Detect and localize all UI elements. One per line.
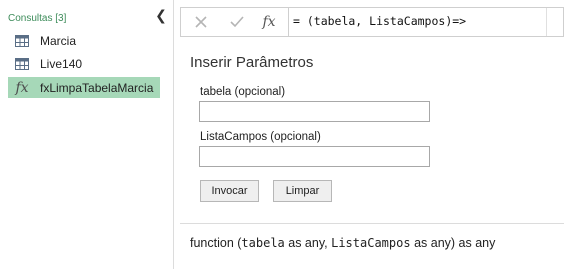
function-icon: fx <box>15 79 29 96</box>
signature-param-tabela: tabela <box>241 236 285 250</box>
formula-text[interactable]: = (tabela, ListaCampos)=> <box>293 14 466 28</box>
query-item-fxlimpatabelamarcia[interactable]: fx fxLimpaTabelaMarcia <box>8 77 160 98</box>
listacampos-input[interactable] <box>199 146 430 167</box>
query-item-marcia[interactable]: Marcia <box>8 30 160 51</box>
signature-prefix: function ( <box>190 236 242 250</box>
query-item-label: fxLimpaTabelaMarcia <box>40 80 154 95</box>
check-icon[interactable] <box>227 12 247 32</box>
signature-param-listacampos: ListaCampos <box>331 236 411 250</box>
table-icon <box>14 33 30 49</box>
tabela-input[interactable] <box>199 101 430 122</box>
divider <box>180 223 564 224</box>
queries-pane: Consultas [3] ❮ Marcia Live140 fx fxLimp… <box>0 0 174 269</box>
params-title: Inserir Parâmetros <box>190 54 314 71</box>
field-label-tabela: tabela (opcional) <box>200 86 286 98</box>
table-icon <box>14 56 30 72</box>
signature-mid: as any, <box>284 236 332 250</box>
signature-suffix: as any) as any <box>410 236 496 250</box>
chevron-left-icon[interactable]: ❮ <box>154 8 168 22</box>
field-label-listacampos: ListaCampos (opcional) <box>200 131 321 143</box>
formula-expand[interactable] <box>546 8 563 36</box>
queries-header: Consultas [3] <box>8 13 67 24</box>
query-item-label: Live140 <box>40 56 83 71</box>
fx-icon[interactable]: fx <box>259 12 279 32</box>
formula-bar: fx = (tabela, ListaCampos)=> <box>180 7 564 37</box>
formula-divider <box>288 8 289 36</box>
query-item-live140[interactable]: Live140 <box>8 53 160 74</box>
query-item-label: Marcia <box>40 33 77 48</box>
cancel-icon[interactable] <box>191 12 211 32</box>
clear-button[interactable]: Limpar <box>273 180 332 202</box>
invoke-button[interactable]: Invocar <box>200 180 259 202</box>
function-signature: function (tabela as any, ListaCampos as … <box>190 236 495 250</box>
